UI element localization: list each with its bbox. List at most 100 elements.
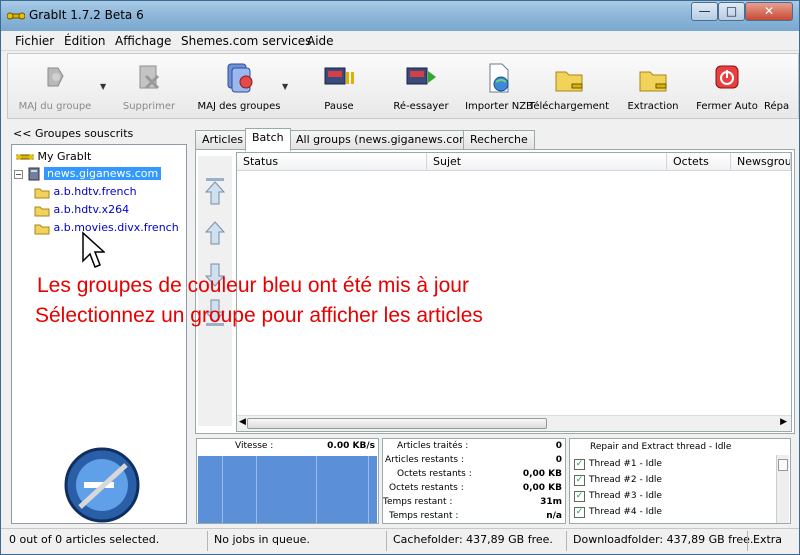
col-newsgroup[interactable]: Newsgroup: [731, 153, 791, 171]
group-folder-icon: [34, 224, 50, 235]
thread-3-label: Thread #3 - Idle: [589, 491, 662, 501]
pause-label: Pause: [324, 101, 354, 112]
maj-du-groupe-button[interactable]: MAJ du groupe: [12, 62, 98, 118]
thread-4-checkbox[interactable]: ✓: [574, 507, 585, 518]
collapse-panel-button[interactable]: <<: [13, 127, 31, 140]
import-nzb-icon: [489, 63, 509, 93]
col-octets[interactable]: Octets: [667, 153, 731, 171]
group-folder-icon: [34, 206, 50, 217]
window-title: GrabIt 1.7.2 Beta 6: [29, 8, 144, 22]
toolbar: MAJ du groupe ▼ Supprimer MAJ des groupe…: [7, 53, 799, 119]
tree-server[interactable]: − news.giganews.com: [14, 166, 162, 182]
tab-articles[interactable]: Articles: [195, 130, 251, 150]
move-up-icon[interactable]: [204, 218, 226, 248]
title-bar[interactable]: GrabIt 1.7.2 Beta 6 — □ ✕: [1, 1, 799, 31]
thread-1-checkbox[interactable]: ✓: [574, 459, 585, 470]
download-folder-icon: [555, 71, 583, 92]
retry-icon: [406, 67, 436, 85]
tree-group-1[interactable]: a.b.hdtv.french: [34, 184, 137, 200]
scrollbar-thumb[interactable]: [247, 418, 547, 429]
close-button[interactable]: ✕: [745, 2, 793, 21]
maj-des-groupes-label: MAJ des groupes: [197, 101, 281, 112]
status-extra: Extra: [753, 533, 783, 546]
pause-button[interactable]: Pause: [296, 62, 382, 118]
tree-root[interactable]: My GrabIt: [16, 149, 91, 165]
status-jobs: No jobs in queue.: [214, 533, 310, 546]
status-selection: 0 out of 0 articles selected.: [9, 533, 160, 546]
re-essayer-button[interactable]: Ré-essayer: [378, 62, 464, 118]
auto-close-icon: [715, 65, 739, 89]
menu-bar: Fichier Édition Affichage Shemes.com ser…: [1, 31, 799, 51]
mouse-cursor-icon: [82, 231, 105, 268]
tree-group-3[interactable]: a.b.movies.divx.french: [34, 220, 179, 236]
menu-aide[interactable]: Aide: [307, 34, 334, 48]
extraction-folder-icon: [639, 71, 667, 92]
statistics-panel: Articles traités : 0 Articles restants :…: [382, 438, 566, 524]
maj-des-groupes-dropdown-icon[interactable]: ▼: [282, 82, 288, 91]
threads-panel: Repair and Extract thread - Idle ✓ Threa…: [569, 438, 791, 524]
re-essayer-label: Ré-essayer: [393, 101, 449, 112]
menu-shemes-services[interactable]: Shemes.com services: [181, 34, 311, 48]
menu-affichage[interactable]: Affichage: [115, 34, 171, 48]
tree-group-2[interactable]: a.b.hdtv.x264: [34, 202, 129, 218]
stat-label-5: Temps restant :: [383, 497, 453, 507]
status-downloadfolder: Downloadfolder: 437,89 GB free.: [573, 533, 754, 546]
server-icon: [28, 167, 39, 181]
group-folder-icon: [34, 188, 50, 199]
maj-des-groupes-button[interactable]: MAJ des groupes: [196, 62, 282, 118]
groups-panel-title: Groupes souscrits: [34, 127, 134, 140]
stat-value-6: n/a: [546, 511, 562, 521]
telechargement-label: Téléchargement: [528, 101, 610, 112]
speed-label: Vitesse :: [235, 441, 274, 451]
tree-group-2-label: a.b.hdtv.x264: [53, 203, 130, 216]
stat-value-5: 31m: [540, 497, 562, 507]
scroll-left-icon[interactable]: ◀: [239, 417, 246, 427]
stat-label-3: Octets restants :: [397, 469, 472, 479]
maximize-button[interactable]: □: [718, 2, 745, 21]
stat-value-4: 0,00 KB: [522, 483, 562, 493]
tree-server-label: news.giganews.com: [44, 167, 162, 180]
app-icon: [7, 12, 25, 20]
groups-panel-header: << Groupes souscrits: [13, 127, 133, 140]
telechargement-button[interactable]: Téléchargement: [526, 62, 612, 118]
overlay-instruction-1: Les groupes de couleur bleu ont été mis …: [37, 274, 469, 297]
speed-value: 0.00 KB/s: [327, 441, 375, 451]
horizontal-scrollbar[interactable]: ◀ ▶: [237, 415, 791, 431]
collapse-server-icon[interactable]: −: [14, 169, 23, 179]
move-top-icon[interactable]: [204, 176, 226, 206]
col-status[interactable]: Status: [237, 153, 427, 171]
scroll-right-icon[interactable]: ▶: [780, 417, 787, 427]
status-cachefolder: Cachefolder: 437,89 GB free.: [393, 533, 553, 546]
tree-group-3-label: a.b.movies.divx.french: [53, 221, 179, 234]
col-sujet[interactable]: Sujet: [427, 153, 667, 171]
thread-2-checkbox[interactable]: ✓: [574, 475, 585, 486]
threads-header: Repair and Extract thread - Idle: [590, 442, 732, 452]
tab-recherche[interactable]: Recherche: [463, 130, 535, 150]
app-window: GrabIt 1.7.2 Beta 6 — □ ✕ Fichier Éditio…: [0, 0, 800, 555]
groups-tree[interactable]: My GrabIt − news.giganews.com a.b.hdtv.f…: [11, 144, 187, 524]
stat-label-6: Temps restant :: [389, 511, 459, 521]
grabit-root-icon: [16, 154, 34, 160]
update-groups-icon: [227, 63, 253, 93]
speed-graph: [198, 456, 377, 523]
thread-3-checkbox[interactable]: ✓: [574, 491, 585, 502]
menu-edition[interactable]: Édition: [64, 34, 106, 48]
stat-label-4: Octets restants :: [389, 483, 464, 493]
grabit-logo-icon: [64, 447, 140, 523]
tab-all-groups[interactable]: All groups (news.giganews.com): [289, 130, 482, 150]
thread-1-label: Thread #1 - Idle: [589, 459, 662, 469]
maj-du-groupe-label: MAJ du groupe: [18, 101, 92, 112]
speed-panel: Vitesse : 0.00 KB/s: [196, 438, 379, 524]
supprimer-button[interactable]: Supprimer: [106, 62, 192, 118]
pause-icon: [324, 67, 354, 85]
stat-label-1: Articles traités :: [397, 441, 469, 451]
repair-label: Répa: [764, 101, 790, 112]
update-group-icon: [47, 67, 64, 87]
menu-fichier[interactable]: Fichier: [15, 34, 54, 48]
tree-group-1-label: a.b.hdtv.french: [53, 185, 137, 198]
tab-batch[interactable]: Batch: [245, 128, 291, 151]
repair-button[interactable]: Répa: [750, 62, 800, 118]
minimize-button[interactable]: —: [691, 2, 718, 21]
threads-scrollbar[interactable]: [776, 455, 789, 523]
stat-value-2: 0: [555, 455, 562, 465]
